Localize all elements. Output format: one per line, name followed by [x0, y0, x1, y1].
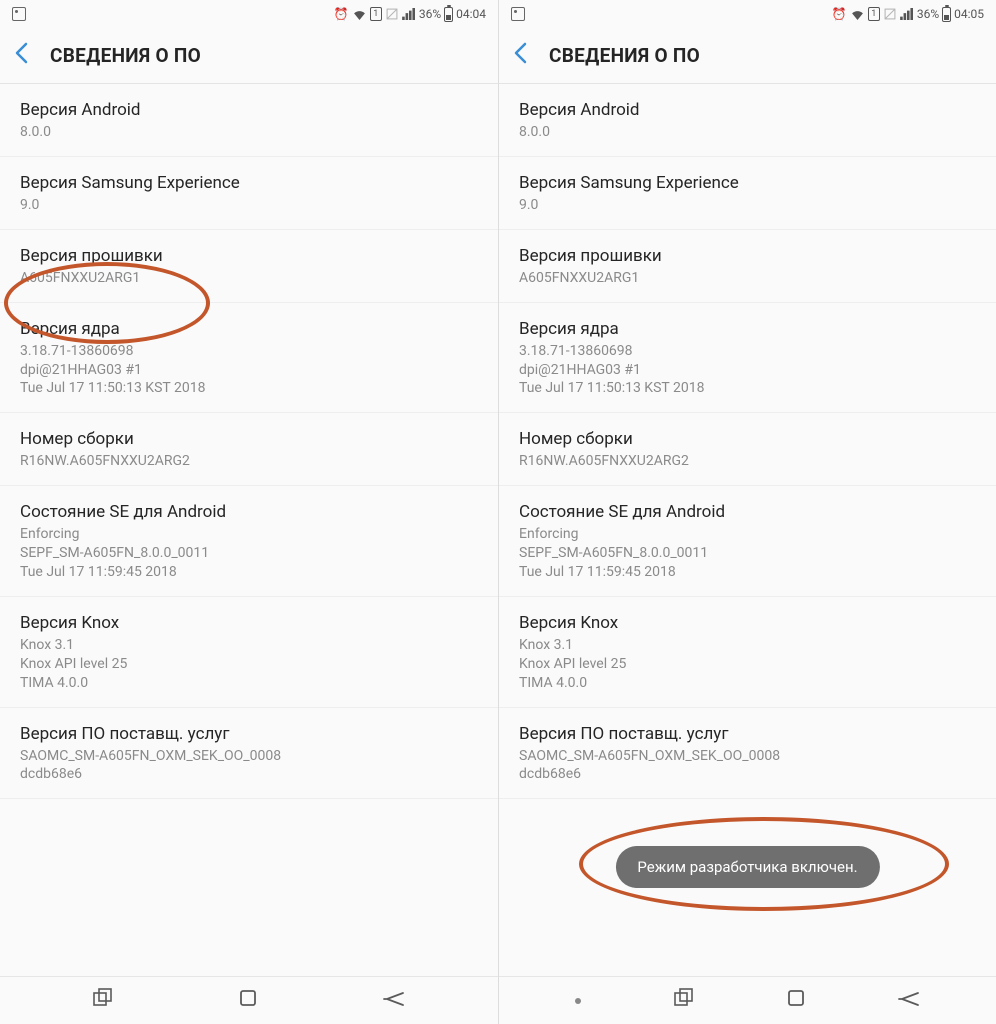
back-icon[interactable]	[513, 42, 527, 70]
item-value: 3.18.71-13860698 dpi@21HHAG03 #1 Tue Jul…	[20, 342, 478, 399]
item-value: 9.0	[519, 196, 976, 215]
item-value: A605FNXXU2ARG1	[519, 269, 976, 288]
image-notification-icon	[12, 7, 26, 21]
sim-icon: 1	[370, 7, 382, 21]
list-item[interactable]: Состояние SE для Android Enforcing SEPF_S…	[499, 486, 996, 597]
item-title: Версия Android	[519, 100, 976, 120]
settings-list: Версия Android 8.0.0 Версия Samsung Exper…	[0, 84, 498, 976]
battery-pct: 36%	[419, 7, 441, 21]
item-title: Версия Samsung Experience	[20, 173, 478, 193]
list-item[interactable]: Версия Android 8.0.0	[499, 84, 996, 157]
battery-icon	[444, 7, 453, 22]
dot-icon	[575, 998, 581, 1004]
battery-icon	[942, 7, 951, 22]
item-title: Версия ядра	[519, 319, 976, 339]
item-title: Версия ПО поставщ. услуг	[519, 724, 976, 744]
item-title: Версия Knox	[519, 613, 976, 633]
alarm-icon: ⏰	[334, 7, 349, 21]
item-title: Версия ПО поставщ. услуг	[20, 724, 478, 744]
recents-icon[interactable]	[93, 988, 113, 1013]
clock-text: 04:04	[456, 7, 486, 21]
status-bar: ⏰ 1 36% 04:05	[499, 0, 996, 28]
item-value: 8.0.0	[20, 123, 478, 142]
item-value: 8.0.0	[519, 123, 976, 142]
app-header: СВЕДЕНИЯ О ПО	[0, 28, 498, 84]
back-nav-icon[interactable]	[898, 989, 920, 1012]
item-value: A605FNXXU2ARG1	[20, 269, 478, 288]
clock-text: 04:05	[954, 7, 984, 21]
item-value: R16NW.A605FNXXU2ARG2	[519, 452, 976, 471]
item-value: R16NW.A605FNXXU2ARG2	[20, 452, 478, 471]
list-item[interactable]: Версия Samsung Experience 9.0	[0, 157, 498, 230]
signal-icon	[900, 8, 914, 20]
no-sim-icon	[883, 7, 897, 21]
toast-message: Режим разработчика включен.	[615, 846, 879, 888]
list-item[interactable]: Версия Samsung Experience 9.0	[499, 157, 996, 230]
item-value: Knox 3.1 Knox API level 25 TIMA 4.0.0	[20, 636, 478, 693]
list-item[interactable]: Номер сборки R16NW.A605FNXXU2ARG2	[0, 413, 498, 486]
item-title: Версия прошивки	[519, 246, 976, 266]
item-title: Версия прошивки	[20, 246, 478, 266]
no-sim-icon	[385, 7, 399, 21]
back-nav-icon[interactable]	[383, 989, 405, 1012]
settings-list: Версия Android 8.0.0 Версия Samsung Exper…	[499, 84, 996, 976]
back-icon[interactable]	[14, 42, 28, 70]
battery-pct: 36%	[917, 7, 939, 21]
item-title: Номер сборки	[20, 429, 478, 449]
list-item[interactable]: Версия прошивки A605FNXXU2ARG1	[0, 230, 498, 303]
app-header: СВЕДЕНИЯ О ПО	[499, 28, 996, 84]
item-title: Номер сборки	[519, 429, 976, 449]
item-title: Состояние SE для Android	[20, 502, 478, 522]
phone-screen-left: ⏰ 1 36% 04:04 СВЕДЕНИЯ О ПО Версия Andro…	[0, 0, 498, 1024]
home-icon[interactable]	[787, 989, 805, 1012]
item-value: Enforcing SEPF_SM-A605FN_8.0.0_0011 Tue …	[20, 525, 478, 582]
item-value: Enforcing SEPF_SM-A605FN_8.0.0_0011 Tue …	[519, 525, 976, 582]
list-item[interactable]: Состояние SE для Android Enforcing SEPF_S…	[0, 486, 498, 597]
item-value: 3.18.71-13860698 dpi@21HHAG03 #1 Tue Jul…	[519, 342, 976, 399]
item-title: Версия ядра	[20, 319, 478, 339]
list-item[interactable]: Версия Knox Knox 3.1 Knox API level 25 TI…	[0, 597, 498, 708]
list-item[interactable]: Версия ядра 3.18.71-13860698 dpi@21HHAG03…	[499, 303, 996, 414]
recents-icon[interactable]	[674, 988, 694, 1013]
item-title: Состояние SE для Android	[519, 502, 976, 522]
home-icon[interactable]	[239, 989, 257, 1012]
item-title: Версия Android	[20, 100, 478, 120]
page-title: СВЕДЕНИЯ О ПО	[50, 44, 201, 67]
wifi-icon	[352, 8, 367, 20]
list-item[interactable]: Версия Knox Knox 3.1 Knox API level 25 TI…	[499, 597, 996, 708]
item-value: SAOMC_SM-A605FN_OXM_SEK_OO_0008 dcdb68e6	[20, 747, 478, 785]
phone-screen-right: ⏰ 1 36% 04:05 СВЕДЕНИЯ О ПО Версия Andro…	[498, 0, 996, 1024]
list-item[interactable]: Номер сборки R16NW.A605FNXXU2ARG2	[499, 413, 996, 486]
item-value: 9.0	[20, 196, 478, 215]
navigation-bar	[0, 976, 498, 1024]
sim-icon: 1	[868, 7, 880, 21]
list-item[interactable]: Версия прошивки A605FNXXU2ARG1	[499, 230, 996, 303]
page-title: СВЕДЕНИЯ О ПО	[549, 44, 700, 67]
list-item[interactable]: Версия ядра 3.18.71-13860698 dpi@21HHAG03…	[0, 303, 498, 414]
navigation-bar	[499, 976, 996, 1024]
list-item[interactable]: Версия ПО поставщ. услуг SAOMC_SM-A605FN_…	[499, 708, 996, 800]
alarm-icon: ⏰	[832, 7, 847, 21]
signal-icon	[402, 8, 416, 20]
item-title: Версия Samsung Experience	[519, 173, 976, 193]
list-item[interactable]: Версия ПО поставщ. услуг SAOMC_SM-A605FN_…	[0, 708, 498, 800]
item-value: SAOMC_SM-A605FN_OXM_SEK_OO_0008 dcdb68e6	[519, 747, 976, 785]
item-title: Версия Knox	[20, 613, 478, 633]
status-bar: ⏰ 1 36% 04:04	[0, 0, 498, 28]
image-notification-icon	[511, 7, 525, 21]
wifi-icon	[850, 8, 865, 20]
item-value: Knox 3.1 Knox API level 25 TIMA 4.0.0	[519, 636, 976, 693]
list-item[interactable]: Версия Android 8.0.0	[0, 84, 498, 157]
